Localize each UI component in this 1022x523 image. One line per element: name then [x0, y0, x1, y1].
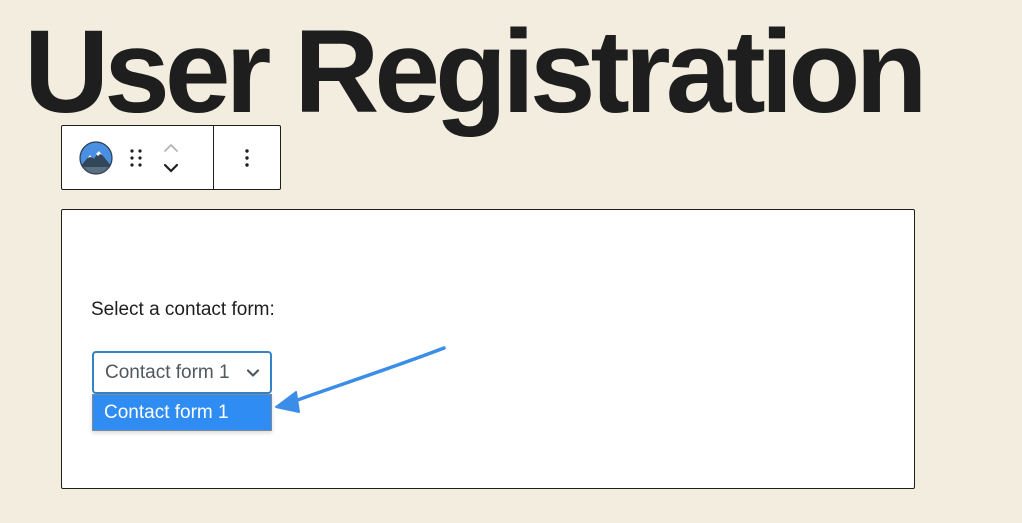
- move-up-button[interactable]: [159, 138, 183, 158]
- contact-form-block[interactable]: Select a contact form: Contact form 1 Co…: [61, 209, 915, 489]
- drag-handle-icon[interactable]: [127, 146, 145, 170]
- contact-form-block-icon[interactable]: [79, 140, 113, 175]
- select-label: Select a contact form:: [91, 299, 275, 320]
- move-down-button[interactable]: [159, 158, 183, 178]
- chevron-down-icon: [246, 369, 260, 377]
- dropdown-option[interactable]: Contact form 1: [93, 395, 271, 430]
- block-options-button[interactable]: [235, 142, 259, 174]
- editor-canvas: User Registration Select a contact form:…: [0, 0, 1022, 523]
- page-title[interactable]: User Registration: [24, 2, 928, 142]
- block-toolbar: [61, 125, 281, 190]
- block-movers: [159, 136, 183, 180]
- chevron-up-icon: [164, 143, 178, 152]
- contact-form-select[interactable]: Contact form 1: [92, 351, 272, 394]
- more-vertical-icon: [245, 148, 249, 167]
- select-dropdown-list: Contact form 1: [92, 394, 272, 431]
- toolbar-group-main: [62, 126, 214, 189]
- toolbar-group-options: [214, 126, 280, 189]
- chevron-down-icon: [163, 163, 179, 173]
- select-current-value: Contact form 1: [105, 361, 230, 383]
